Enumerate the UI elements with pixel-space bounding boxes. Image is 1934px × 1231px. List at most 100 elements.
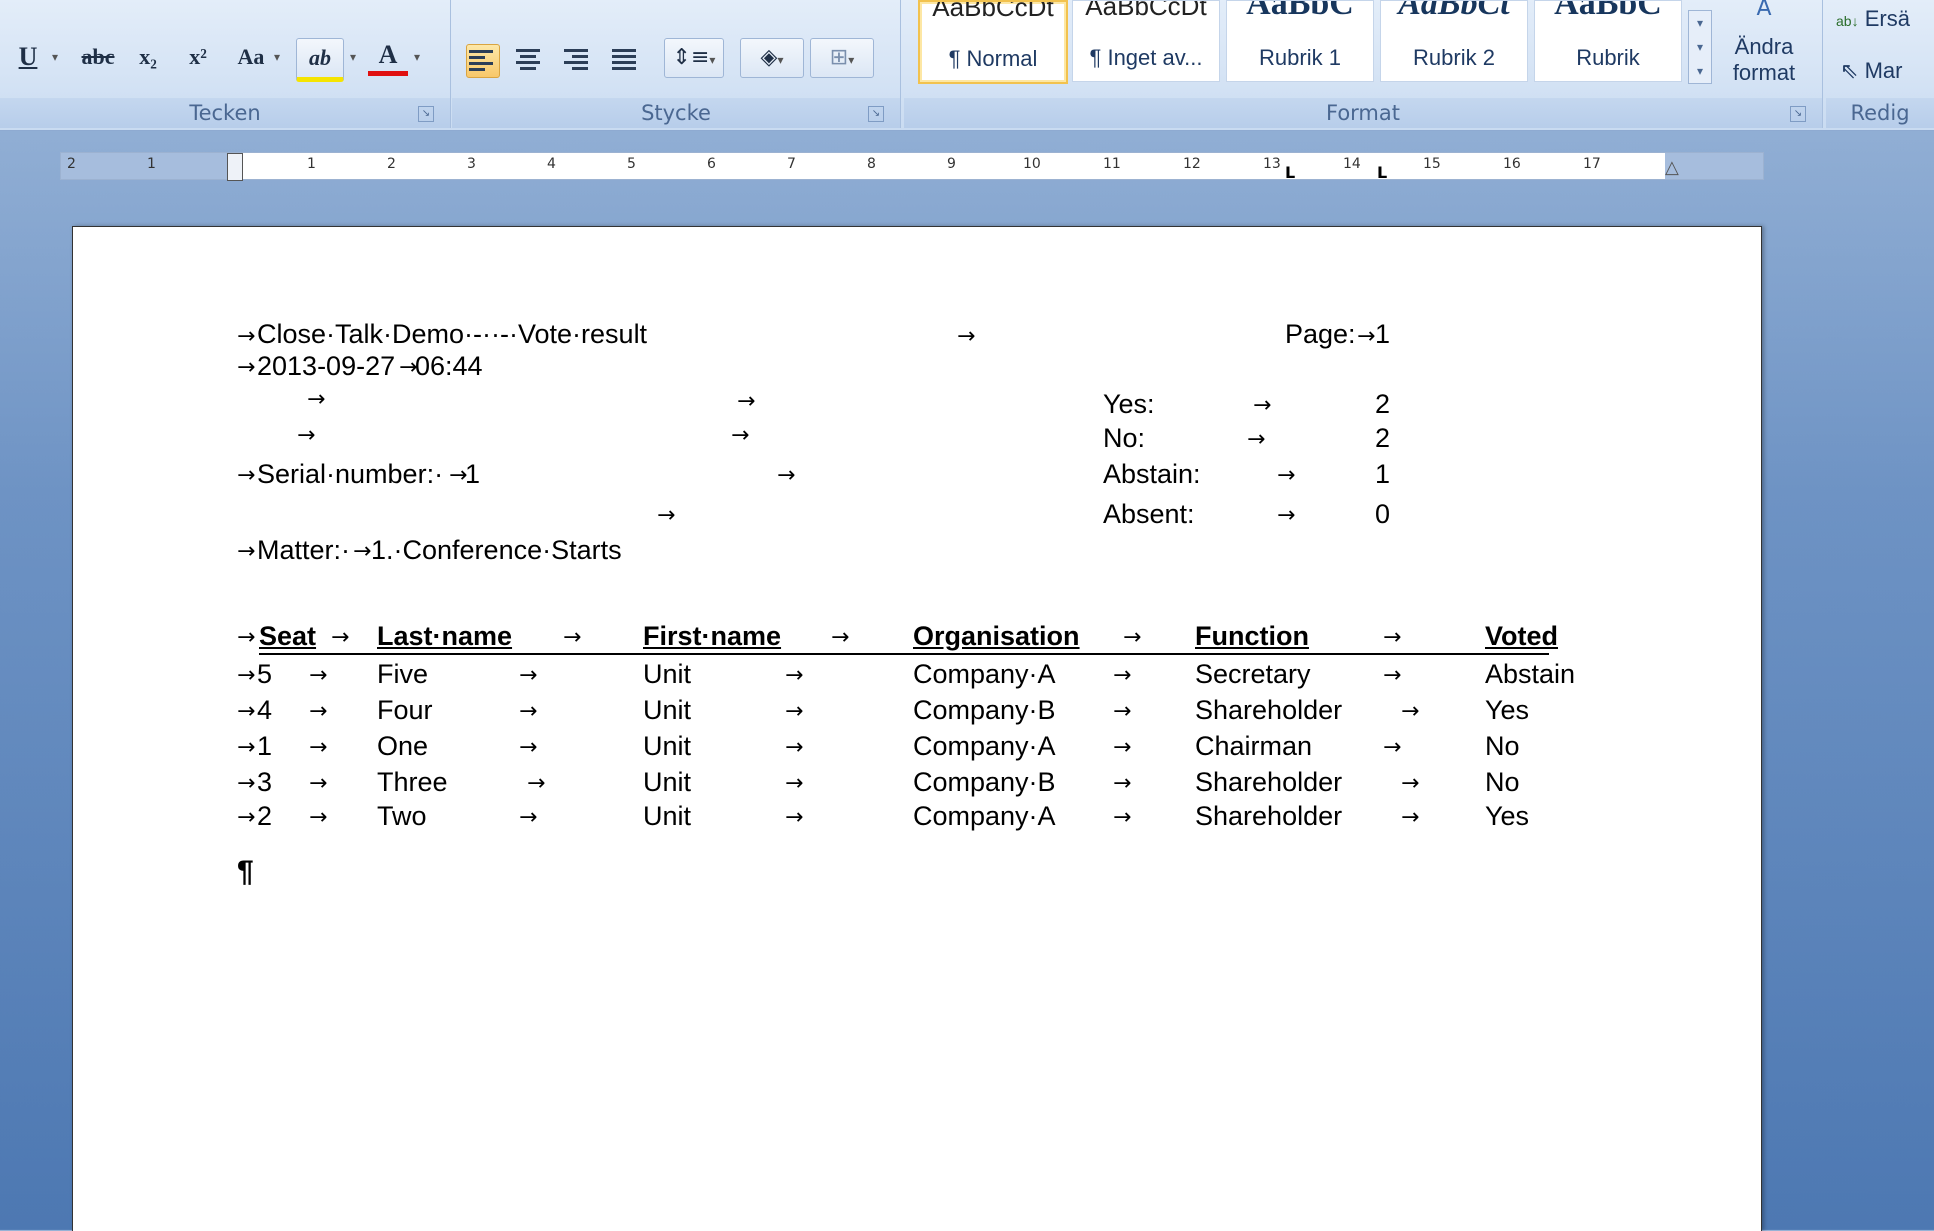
styles-scroll-icon[interactable]: ▾ ▾ ▾ xyxy=(1688,10,1712,84)
column-header-function: Function xyxy=(1195,621,1309,651)
column-header-voted: Voted xyxy=(1485,621,1558,651)
matter-label: Matter:· xyxy=(257,535,351,565)
cell-voted: Yes xyxy=(1485,801,1530,831)
ruler-number: 7 xyxy=(787,156,796,172)
tab-arrow-icon: → xyxy=(1253,393,1272,418)
paragraph-group-label: Stycke xyxy=(452,98,900,128)
underline-dropdown-icon[interactable]: ▾ xyxy=(52,50,58,64)
cell-seat: 4 xyxy=(257,695,273,725)
tab-arrow-icon: → xyxy=(1401,699,1420,724)
underline-button[interactable]: U xyxy=(8,38,48,76)
cell-function: Chairman xyxy=(1195,731,1313,761)
paragraph-dialog-launcher-icon[interactable]: ↘ xyxy=(868,106,884,122)
style-no-spacing[interactable]: AaBbCcDt ¶ Inget av... xyxy=(1072,0,1220,82)
tab-arrow-icon: → xyxy=(1383,625,1402,650)
ruler-number: 9 xyxy=(947,156,956,172)
tab-arrow-icon: → xyxy=(1113,735,1132,760)
tab-arrow-icon: → xyxy=(737,389,756,414)
font-group-label: Tecken xyxy=(0,98,450,128)
change-styles-button[interactable]: A Ändra format xyxy=(1714,0,1814,92)
ruler-number: 16 xyxy=(1503,156,1521,172)
highlight-button[interactable]: ab xyxy=(296,38,344,82)
tab-arrow-icon: → xyxy=(563,625,582,650)
cell-last-name: Two xyxy=(377,801,427,831)
tab-arrow-icon: → xyxy=(785,771,804,796)
font-dialog-launcher-icon[interactable]: ↘ xyxy=(418,106,434,122)
document-time: 06:44 xyxy=(415,351,483,381)
tab-arrow-icon: → xyxy=(831,625,850,650)
font-color-button[interactable]: A xyxy=(368,38,408,76)
tab-arrow-icon: → xyxy=(785,699,804,724)
ribbon: U ▾ abc x₂ x² Aa ▾ ab ▾ A ▾ Tecken ↘ ⇕≡▾… xyxy=(0,0,1934,131)
tab-arrow-icon: → xyxy=(297,423,316,448)
document-title: Close·Talk·Demo·-··-·Vote·result xyxy=(257,319,648,349)
change-case-dropdown-icon[interactable]: ▾ xyxy=(274,50,280,64)
style-caption: Rubrik 2 xyxy=(1413,45,1495,70)
horizontal-ruler[interactable]: 2 1 1 2 3 4 5 6 7 8 9 10 11 12 13 14 15 … xyxy=(60,152,1764,182)
right-indent-marker-icon[interactable]: △ xyxy=(1665,157,1679,178)
tab-arrow-icon: → xyxy=(519,699,538,724)
tab-arrow-icon: → xyxy=(519,805,538,830)
cell-function: Secretary xyxy=(1195,659,1311,689)
font-group: U ▾ abc x₂ x² Aa ▾ ab ▾ A ▾ Tecken ↘ xyxy=(0,0,451,128)
cell-seat: 5 xyxy=(257,659,273,689)
tally-label: No: xyxy=(1103,423,1146,453)
tab-arrow-icon: → xyxy=(1401,771,1420,796)
ruler-number: 2 xyxy=(387,156,396,172)
justify-icon[interactable] xyxy=(610,44,642,76)
style-title[interactable]: AaBbC Rubrik xyxy=(1534,0,1682,82)
tab-arrow-icon: → xyxy=(237,805,256,830)
strikethrough-button[interactable]: abc xyxy=(76,38,120,76)
tab-arrow-icon: → xyxy=(1113,699,1132,724)
tab-arrow-icon: → xyxy=(519,663,538,688)
ruler-number: 6 xyxy=(707,156,716,172)
font-color-dropdown-icon[interactable]: ▾ xyxy=(414,50,420,64)
tab-arrow-icon: → xyxy=(237,355,256,380)
tab-arrow-icon: → xyxy=(309,771,328,796)
superscript-button[interactable]: x² xyxy=(178,38,218,76)
styles-dialog-launcher-icon[interactable]: ↘ xyxy=(1790,106,1806,122)
change-case-button[interactable]: Aa xyxy=(228,38,274,76)
cell-last-name: Five xyxy=(377,659,429,689)
style-normal[interactable]: AaBbCcDt ¶ Normal xyxy=(918,0,1068,84)
tally-label: Abstain: xyxy=(1103,459,1201,489)
align-left-icon[interactable] xyxy=(466,44,500,78)
tab-stop-icon[interactable]: L xyxy=(1377,163,1387,182)
style-sample: AaBbCcDt xyxy=(932,0,1054,22)
ruler-number: 10 xyxy=(1023,156,1041,172)
change-styles-icon: A xyxy=(1756,0,1772,21)
tab-arrow-icon: → xyxy=(1277,503,1296,528)
serial-label: Serial·number:· xyxy=(257,459,444,489)
cell-voted: Abstain xyxy=(1485,659,1576,689)
cell-seat: 3 xyxy=(257,767,273,797)
cell-first-name: Unit xyxy=(643,801,692,831)
subscript-button[interactable]: x₂ xyxy=(128,38,168,76)
select-button[interactable]: ⇖ Mar xyxy=(1840,58,1902,84)
ruler-number: 5 xyxy=(627,156,636,172)
tab-arrow-icon: → xyxy=(309,663,328,688)
tab-arrow-icon: → xyxy=(237,663,256,688)
style-sample: AaBbCt xyxy=(1398,0,1510,22)
shading-button[interactable]: ◈▾ xyxy=(740,38,804,78)
style-heading-2[interactable]: AaBbCt Rubrik 2 xyxy=(1380,0,1528,82)
ruler-number: 15 xyxy=(1423,156,1441,172)
replace-button[interactable]: ab↓ Ersä xyxy=(1836,6,1910,32)
column-header-first-name: First·name xyxy=(643,621,782,651)
document-date: 2013-09-27 xyxy=(257,351,396,381)
align-right-icon[interactable] xyxy=(562,44,594,76)
highlight-dropdown-icon[interactable]: ▾ xyxy=(350,50,356,64)
align-center-icon[interactable] xyxy=(514,44,546,76)
borders-button[interactable]: ⊞▾ xyxy=(810,38,874,78)
indent-marker-icon[interactable] xyxy=(227,153,243,181)
tab-stop-icon[interactable]: L xyxy=(1285,163,1295,182)
cell-last-name: One xyxy=(377,731,429,761)
document-page[interactable]: → Close·Talk·Demo·-··-·Vote·result → Pag… xyxy=(72,226,1762,1231)
cell-seat: 1 xyxy=(257,731,273,761)
style-heading-1[interactable]: AaBbC Rubrik 1 xyxy=(1226,0,1374,82)
line-spacing-button[interactable]: ⇕≡▾ xyxy=(664,38,724,78)
cell-last-name: Three xyxy=(377,767,448,797)
cell-organisation: Company·A xyxy=(913,659,1056,689)
cell-voted: No xyxy=(1485,767,1520,797)
style-sample: AaBbCcDt xyxy=(1085,0,1207,21)
matter-value: 1.·Conference·Starts xyxy=(371,535,622,565)
